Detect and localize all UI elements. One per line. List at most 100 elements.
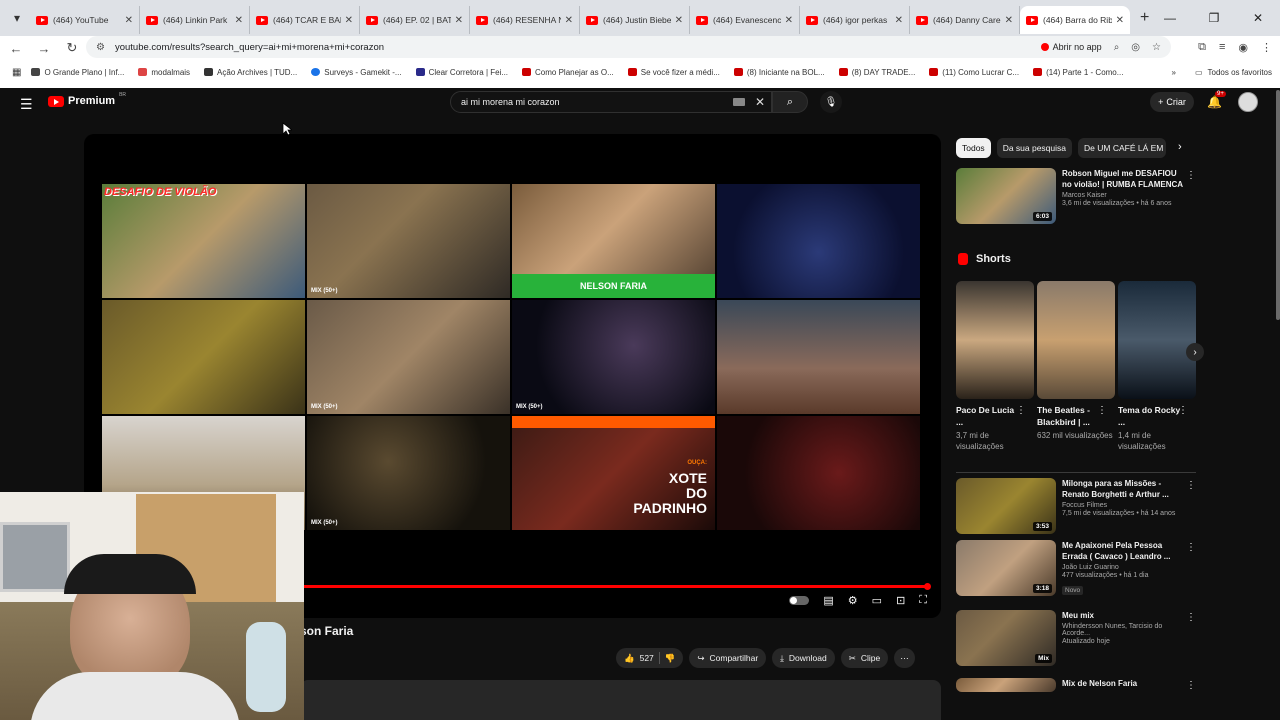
fullscreen-icon[interactable]: ⛶ [919, 594, 927, 607]
bookmark-item[interactable]: (8) Iniciante na BOL... [733, 68, 825, 77]
channel-name[interactable]: Foccus Filmes [1062, 502, 1186, 509]
close-icon[interactable]: ✕ [455, 15, 463, 26]
profile-icon[interactable]: ◉ [1238, 41, 1248, 54]
star-icon[interactable]: ☆ [1152, 42, 1161, 53]
recommended-mix[interactable]: Mix de Nelson Faria ⋮ [956, 678, 1196, 720]
close-window-icon[interactable]: ✕ [1236, 0, 1280, 36]
chevron-right-icon[interactable]: › [1178, 141, 1182, 153]
endscreen-video[interactable]: NELSON FARIA [512, 184, 715, 298]
endscreen-video[interactable]: MIX (50+) [512, 300, 715, 414]
more-vert-icon[interactable]: ⋮ [1186, 542, 1196, 553]
browser-tab[interactable]: (464) EP. 02 | BAT ✕ [360, 6, 470, 34]
subtitles-icon[interactable]: ▤ [823, 594, 833, 607]
browser-tab[interactable]: (464) Danny Care ✕ [910, 6, 1020, 34]
browser-tab[interactable]: (464) igor perkas ✕ [800, 6, 910, 34]
bookmark-item[interactable]: (14) Parte 1 - Como... [1033, 68, 1123, 77]
more-actions-button[interactable]: ⋯ [894, 648, 915, 668]
more-vert-icon[interactable]: ⋮ [1178, 405, 1188, 416]
channel-name[interactable]: Whindersson Nunes, Tarcisio do Acorde... [1062, 623, 1186, 637]
bookmark-item[interactable]: modalmais [138, 68, 190, 77]
browser-tab[interactable]: (464) Justin Biebe ✕ [580, 6, 690, 34]
clear-search-icon[interactable]: ✕ [755, 95, 765, 109]
chip-channel[interactable]: De UM CAFÉ LÁ EM C [1078, 138, 1167, 158]
notifications-bell-icon[interactable]: 🔔 [1207, 95, 1222, 109]
recommended-video[interactable]: 3:18 Me Apaixonei Pela Pessoa Errada ( C… [956, 540, 1196, 598]
short-title[interactable]: Tema do Rocky ... [1118, 404, 1182, 428]
bookmark-item[interactable]: O Grande Plano | Inf... [31, 68, 124, 77]
restore-icon[interactable]: ❐ [1192, 0, 1236, 36]
bookmark-item[interactable]: Se você fizer a médi... [627, 68, 720, 77]
browser-tab[interactable]: (464) YouTube ✕ [30, 6, 140, 34]
video-thumbnail[interactable] [956, 678, 1056, 692]
short-title[interactable]: Paco De Lucia ... [956, 404, 1020, 428]
video-title[interactable]: Robson Miguel me DESAFIOU no violão! | R… [1062, 168, 1186, 190]
recommended-video[interactable]: 6:03 Robson Miguel me DESAFIOU no violão… [956, 168, 1196, 226]
more-vert-icon[interactable]: ⋮ [1186, 680, 1196, 691]
short-thumbnail[interactable] [1118, 281, 1196, 399]
video-title[interactable]: Me Apaixonei Pela Pessoa Errada ( Cavaco… [1062, 540, 1186, 562]
site-info-icon[interactable]: ⚙ [96, 42, 105, 53]
recommended-mix[interactable]: Mix Meu mix Whindersson Nunes, Tarcisio … [956, 610, 1196, 668]
close-icon[interactable]: ✕ [1005, 15, 1013, 26]
endscreen-video[interactable]: OUÇA: XOTE DO PADRINHO [512, 416, 715, 530]
forward-icon[interactable]: → [32, 41, 56, 56]
download-button[interactable]: ⤓ Download [772, 648, 835, 668]
channel-name[interactable]: Marcos Kaiser [1062, 192, 1186, 199]
browser-tab[interactable]: (464) Linkin Park ✕ [140, 6, 250, 34]
close-icon[interactable]: ✕ [1116, 15, 1124, 26]
endscreen-video[interactable]: MIX (50+) [307, 184, 510, 298]
more-vert-icon[interactable]: ⋮ [1186, 170, 1196, 181]
clip-button[interactable]: ✂ Clipe [840, 648, 889, 668]
short-thumbnail[interactable] [956, 281, 1034, 399]
progress-bar[interactable] [304, 583, 931, 590]
create-button[interactable]: + Criar [1150, 92, 1194, 112]
extensions-icon[interactable]: ⧉ [1198, 41, 1206, 54]
back-icon[interactable]: ← [4, 41, 28, 56]
minimize-icon[interactable]: — [1148, 0, 1192, 36]
video-title[interactable]: Milonga para as Missões - Renato Borghet… [1062, 478, 1186, 500]
endscreen-video[interactable]: MIX (50+) [307, 300, 510, 414]
zoom-icon[interactable]: ⌕ [1114, 42, 1120, 53]
short-item[interactable]: Tema do Rocky ... 1,4 mi de visualizaçõe… [1118, 281, 1196, 452]
video-title[interactable]: Mix de Nelson Faria [1062, 678, 1186, 689]
video-title[interactable]: Meu mix [1062, 610, 1186, 621]
bookmark-item[interactable]: Como Planejar as O... [522, 68, 614, 77]
keyboard-icon[interactable] [733, 98, 745, 106]
video-thumbnail[interactable]: Mix [956, 610, 1056, 666]
close-icon[interactable]: ✕ [565, 15, 573, 26]
short-item[interactable]: The Beatles - Blackbird | ... 632 mil vi… [1037, 281, 1115, 441]
search-input[interactable]: ai mi morena mi corazon ✕ [450, 91, 772, 113]
search-button[interactable]: ⌕ [772, 91, 808, 113]
close-icon[interactable]: ✕ [125, 15, 133, 26]
scrollbar[interactable] [1276, 90, 1280, 320]
more-vert-icon[interactable]: ⋮ [1186, 480, 1196, 491]
theater-mode-icon[interactable]: ▭ [872, 594, 882, 607]
eye-off-icon[interactable]: ◎ [1131, 42, 1140, 53]
browser-tab[interactable]: (464) Evanescenc ✕ [690, 6, 800, 34]
share-button[interactable]: ↪ Compartilhar [689, 648, 767, 668]
short-item[interactable]: Paco De Lucia ... 3,7 mi de visualizaçõe… [956, 281, 1034, 452]
media-icon[interactable]: ≡ [1219, 41, 1225, 53]
like-dislike-button[interactable]: 👍 527 👎 [616, 648, 684, 668]
chip-all[interactable]: Todos [956, 138, 991, 158]
close-icon[interactable]: ✕ [345, 15, 353, 26]
apps-icon[interactable]: ▦ [12, 67, 21, 78]
chip-from-search[interactable]: Da sua pesquisa [996, 138, 1073, 158]
hamburger-menu-icon[interactable]: ☰ [20, 96, 33, 113]
endscreen-video[interactable] [717, 300, 920, 414]
shorts-next-button[interactable]: › [1186, 343, 1204, 361]
all-favorites[interactable]: » ▭ Todos os favoritos [1172, 62, 1273, 82]
more-vert-icon[interactable]: ⋮ [1097, 405, 1107, 416]
avatar[interactable] [1238, 92, 1258, 112]
close-icon[interactable]: ✕ [785, 15, 793, 26]
bookmark-item[interactable]: (11) Como Lucrar C... [929, 68, 1019, 77]
close-icon[interactable]: ✕ [675, 15, 683, 26]
video-thumbnail[interactable]: 3:18 [956, 540, 1056, 596]
bookmark-item[interactable]: Surveys - Gamekit -... [311, 68, 402, 77]
autoplay-toggle[interactable] [789, 596, 810, 605]
chevron-right-icon[interactable]: » [1172, 68, 1176, 77]
browser-tab[interactable]: (464) TCAR E BAL ✕ [250, 6, 360, 34]
open-in-app-button[interactable]: Abrir no app [1040, 42, 1102, 52]
bookmark-item[interactable]: Clear Corretora | Fei... [415, 68, 508, 77]
bookmark-item[interactable]: Ação Archives | TUD... [204, 68, 297, 77]
